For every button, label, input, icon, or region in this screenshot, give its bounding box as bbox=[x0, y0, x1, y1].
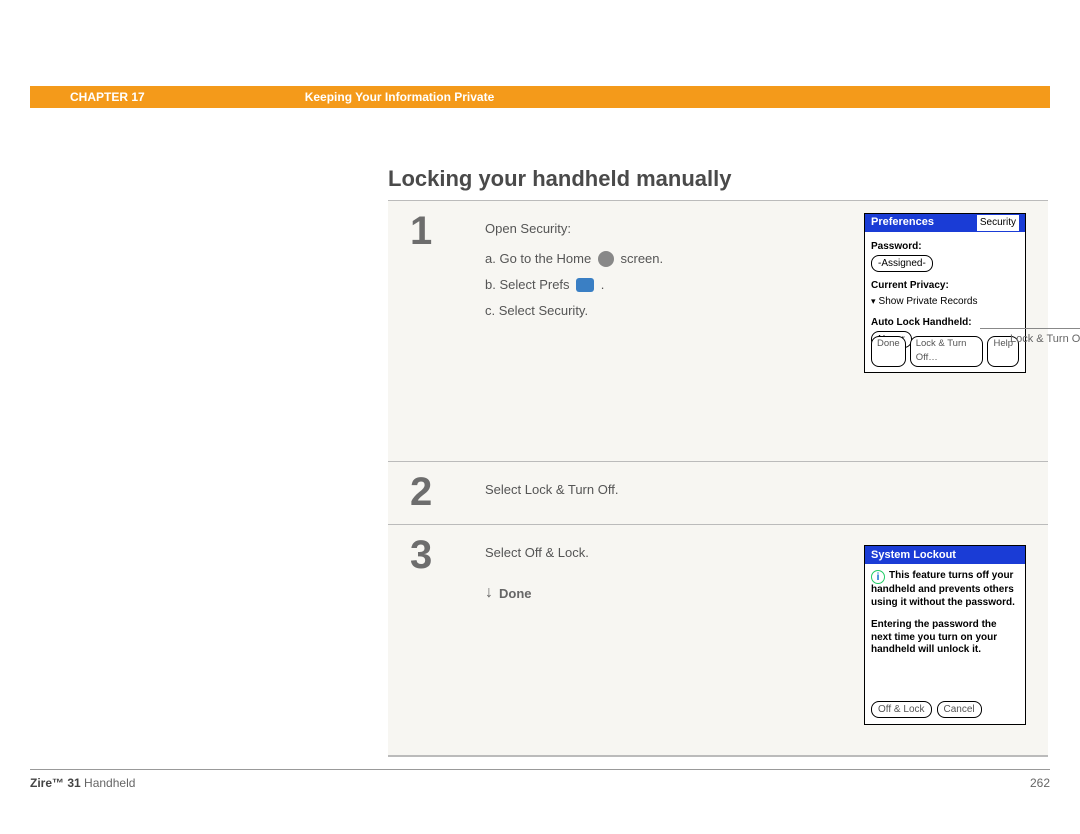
page-number: 262 bbox=[1030, 776, 1050, 790]
steps-container: 1 Open Security: a. Go to the Home scree… bbox=[388, 200, 1048, 757]
privacy-label: Current Privacy: bbox=[871, 278, 1019, 294]
done-arrow-icon: ↓ bbox=[485, 581, 493, 606]
step-3-text: Select Off & Lock. bbox=[485, 545, 589, 560]
step-3-number: 3 bbox=[388, 525, 473, 755]
step-1-a-post: screen. bbox=[620, 251, 663, 266]
home-icon bbox=[598, 251, 614, 267]
page-title: Locking your handheld manually bbox=[388, 166, 732, 192]
step-1-b-pre: b. Select Prefs bbox=[485, 277, 570, 292]
step-1-a-pre: a. Go to the Home bbox=[485, 251, 591, 266]
lockout-para1: iThis feature turns off your handheld an… bbox=[871, 570, 1019, 609]
lock-turnoff-button[interactable]: Lock & Turn Off… bbox=[910, 336, 984, 367]
done-label: Done bbox=[499, 584, 532, 604]
product-bold: Zire™ 31 bbox=[30, 776, 81, 790]
page-footer: Zire™ 31 Handheld 262 bbox=[30, 769, 1050, 790]
info-icon: i bbox=[871, 570, 885, 584]
section-title: Keeping Your Information Private bbox=[305, 90, 495, 104]
system-lockout-screen: System Lockout iThis feature turns off y… bbox=[864, 545, 1026, 725]
preferences-screen: Preferences Security Password: -Assigned… bbox=[864, 213, 1026, 373]
prefs-titlebar: Preferences Security bbox=[865, 214, 1025, 232]
step-1-number: 1 bbox=[388, 201, 473, 461]
done-button[interactable]: Done bbox=[871, 336, 906, 367]
cancel-button[interactable]: Cancel bbox=[937, 701, 982, 719]
prefs-title-left: Preferences bbox=[871, 214, 934, 231]
step-2-number: 2 bbox=[388, 462, 473, 524]
password-label: Password: bbox=[871, 239, 1019, 255]
lockout-title: System Lockout bbox=[871, 547, 956, 564]
step-2-body: Select Lock & Turn Off. bbox=[473, 462, 1048, 524]
prefs-title-right: Security bbox=[977, 215, 1019, 231]
privacy-dropdown[interactable]: Show Private Records bbox=[871, 294, 1019, 310]
step-3-row: 3 Select Off & Lock. ↓ Done System Locko… bbox=[388, 525, 1048, 756]
step-1-b-post: . bbox=[601, 277, 605, 292]
lockout-para2: Entering the password the next time you … bbox=[871, 619, 1019, 657]
step-2-text: Select Lock & Turn Off. bbox=[485, 482, 618, 497]
chapter-header: CHAPTER 17 Keeping Your Information Priv… bbox=[30, 86, 1050, 108]
step-1-row: 1 Open Security: a. Go to the Home scree… bbox=[388, 200, 1048, 462]
lockout-body: iThis feature turns off your handheld an… bbox=[865, 564, 1025, 663]
prefs-button-row: Done Lock & Turn Off… Help bbox=[871, 336, 1019, 367]
lockout-button-row: Off & Lock Cancel bbox=[871, 701, 982, 719]
chapter-label: CHAPTER 17 bbox=[70, 90, 145, 104]
product-name: Zire™ 31 Handheld bbox=[30, 776, 135, 790]
lockout-titlebar: System Lockout bbox=[865, 546, 1025, 564]
password-value[interactable]: -Assigned- bbox=[871, 255, 933, 273]
step-1-body: Open Security: a. Go to the Home screen.… bbox=[473, 201, 1048, 461]
step-2-row: 2 Select Lock & Turn Off. bbox=[388, 462, 1048, 525]
lock-callout: Lock & Turn Off bbox=[1010, 328, 1080, 348]
prefs-icon bbox=[576, 278, 594, 292]
lockout-text1: This feature turns off your handheld and… bbox=[871, 570, 1015, 608]
product-rest: Handheld bbox=[81, 776, 136, 790]
off-lock-button[interactable]: Off & Lock bbox=[871, 701, 932, 719]
step-3-body: Select Off & Lock. ↓ Done System Lockout… bbox=[473, 525, 1048, 755]
